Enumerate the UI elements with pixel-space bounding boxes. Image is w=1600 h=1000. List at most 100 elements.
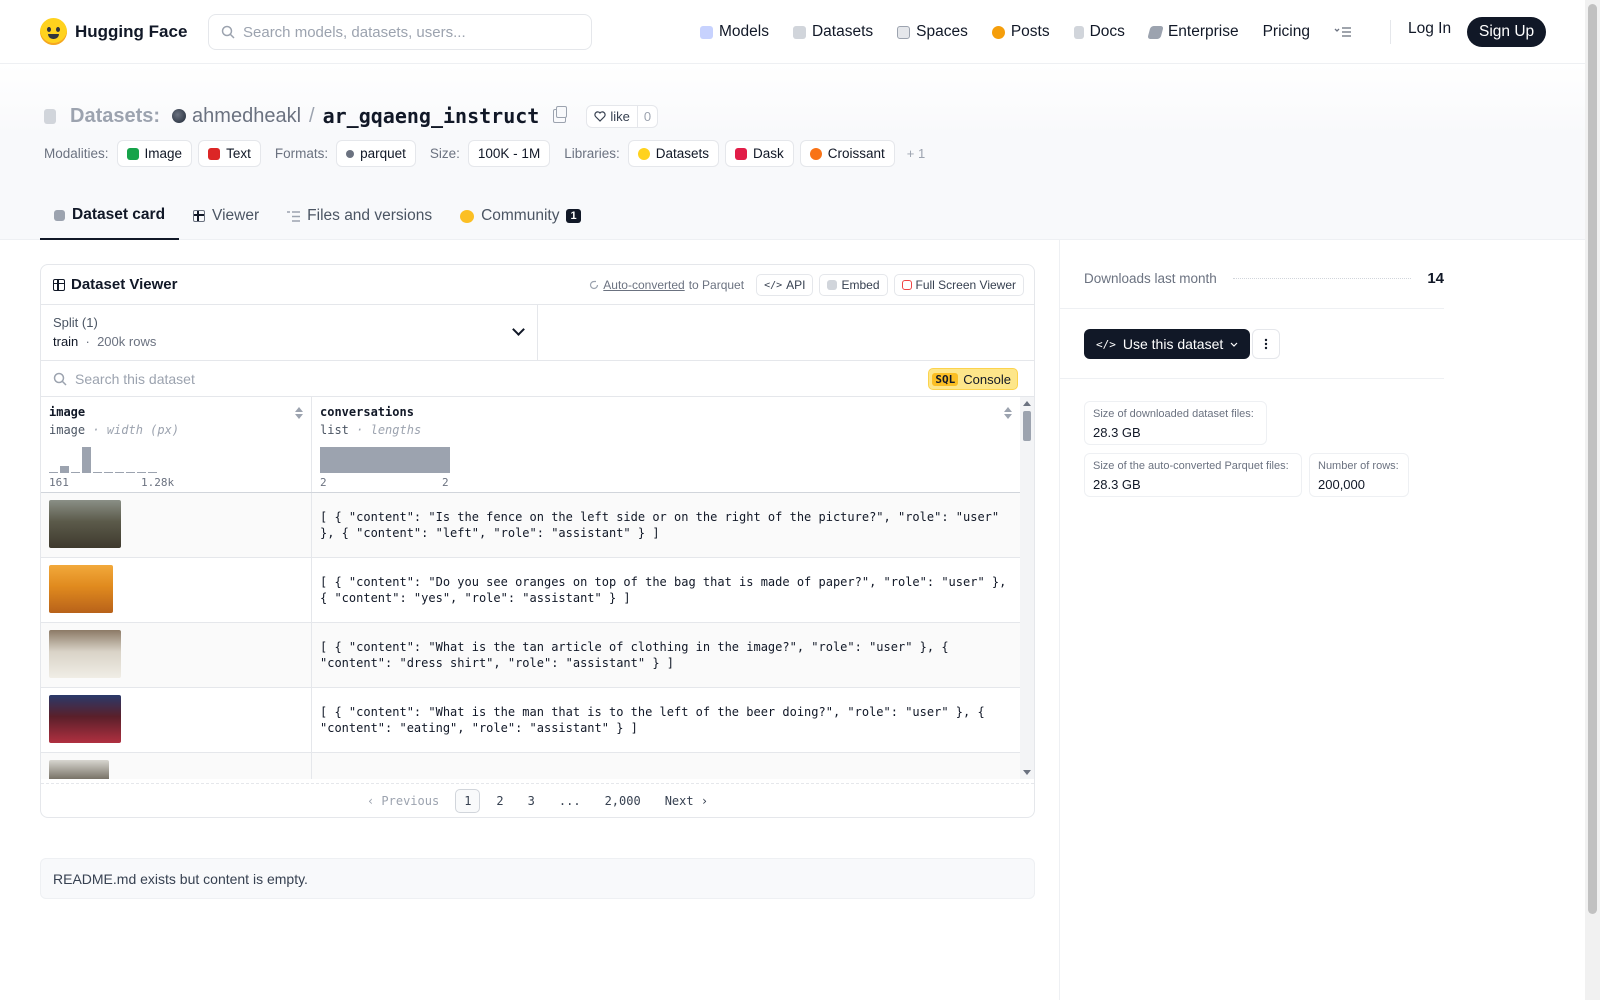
tag-text-label: Text [226,146,251,161]
tag-lib-croissant[interactable]: Croissant [799,140,895,167]
histogram-bar[interactable] [49,472,58,473]
lengths-max: 2 [442,476,449,489]
nav-datasets[interactable]: Datasets [792,23,873,41]
downloads-value: 14 [1427,270,1444,287]
like-count[interactable]: 0 [638,109,657,124]
tag-text[interactable]: Text [198,140,261,167]
brand-logo[interactable]: Hugging Face [40,18,187,45]
pagination: ‹ Previous 1 2 3 ... 2,000 Next › [41,783,1034,817]
code-icon: </> [764,279,783,291]
fullscreen-viewer-label: Full Screen Viewer [915,278,1017,292]
nav-pricing[interactable]: Pricing [1263,23,1310,41]
image-thumbnail[interactable] [49,500,121,548]
page-last[interactable]: 2,000 [597,790,649,812]
width-histogram [49,447,179,473]
page-1[interactable]: 1 [455,788,481,813]
title-separator: / [309,104,315,127]
histogram-bar[interactable] [71,472,80,473]
split-name: train [53,334,79,349]
nav-posts[interactable]: Posts [991,23,1050,41]
dataset-search-input[interactable] [75,370,675,387]
global-search-input[interactable] [243,23,563,41]
page-scrollbar[interactable] [1585,0,1600,1000]
column-conversations-stat: lengths [370,423,422,437]
previous-page-button[interactable]: ‹ Previous [359,790,447,812]
sort-icon[interactable] [295,407,303,419]
api-button[interactable]: </> API [756,274,814,296]
like-button[interactable]: like [587,105,638,127]
tab-dataset-card[interactable]: Dataset card [40,192,180,240]
histogram-bar[interactable] [82,447,91,473]
tag-parquet[interactable]: parquet [336,140,416,167]
image-thumbnail[interactable] [49,760,109,779]
next-page-button[interactable]: Next › [657,790,716,812]
tab-community[interactable]: Community 1 [446,192,595,240]
column-conversations-type: list · lengths [320,423,422,437]
tab-viewer[interactable]: Viewer [179,192,273,240]
table-row[interactable]: [ { "content": "What is the man that is … [41,688,1034,753]
page-scrollbar-thumb[interactable] [1588,4,1597,914]
hugging-face-icon [637,147,650,160]
sort-icon[interactable] [1004,407,1012,419]
community-icon [460,209,475,223]
nav-models[interactable]: Models [700,23,769,41]
image-thumbnail[interactable] [49,565,113,613]
column-image[interactable]: image image · width (px) 161 1.28k [41,397,312,492]
previous-label: Previous [381,793,440,808]
downloads-dots [1232,278,1412,279]
histogram-bar[interactable] [137,472,146,473]
tag-lib-dask[interactable]: Dask [725,140,794,167]
signup-button[interactable]: Sign Up [1467,17,1547,47]
nav-enterprise[interactable]: Enterprise [1147,23,1239,41]
tag-image[interactable]: Image [116,140,193,167]
histogram-bar[interactable] [126,472,135,473]
text-icon [208,147,221,160]
fullscreen-viewer-button[interactable]: Full Screen Viewer [893,274,1024,296]
nav-docs[interactable]: Docs [1073,23,1125,41]
embed-button-label: Embed [841,278,880,292]
embed-button[interactable]: Embed [819,274,888,296]
histogram-bar[interactable] [148,472,157,473]
tab-files[interactable]: Files and versions [273,192,446,240]
table-row[interactable]: [ { "content": "Do you see fruits in the… [41,753,1034,779]
to-parquet-text: to Parquet [688,278,745,292]
table-row[interactable]: [ { "content": "Do you see oranges on to… [41,558,1034,623]
histogram-bar[interactable] [115,472,124,473]
auto-converted-link[interactable]: Auto-converted [603,278,684,292]
column-conversations[interactable]: conversations list · lengths 2 2 [312,397,1020,492]
image-thumbnail[interactable] [49,695,121,743]
sql-console-button[interactable]: SQL Console [928,368,1018,390]
scrollbar-thumb[interactable] [1023,411,1031,441]
scroll-down-icon[interactable] [1023,770,1031,775]
copy-icon[interactable] [553,106,568,123]
refresh-icon [590,280,599,290]
nav-more-menu[interactable] [1334,26,1352,38]
dataset-name[interactable]: ar_gqaeng_instruct [323,104,540,128]
image-icon [126,147,139,160]
login-link[interactable]: Log In [1408,20,1451,38]
dataset-viewer: Dataset Viewer Auto-converted to Parquet… [40,264,1035,818]
global-search[interactable] [208,14,592,50]
more-libraries[interactable]: + 1 [907,146,925,161]
nav-spaces[interactable]: Spaces [897,23,968,41]
page-2[interactable]: 2 [488,790,511,812]
dataset-search[interactable]: SQL Console [41,361,1034,397]
tag-lib-datasets[interactable]: Datasets [627,140,719,167]
image-thumbnail[interactable] [49,630,121,678]
use-this-dataset-button[interactable]: </> Use this dataset [1084,329,1251,359]
table-row[interactable]: [ { "content": "Is the fence on the left… [41,493,1034,558]
kebab-menu-icon [1264,338,1268,350]
histogram-bar[interactable] [93,472,102,473]
scroll-up-icon[interactable] [1023,401,1031,406]
table-scrollbar[interactable] [1020,397,1034,779]
more-options-button[interactable] [1252,329,1280,359]
table-row[interactable]: [ { "content": "What is the tan article … [41,623,1034,688]
histogram-bar[interactable] [60,466,69,473]
page-3[interactable]: 3 [520,790,543,812]
split-row: Split (1) train · 200k rows [41,305,1034,361]
tag-size[interactable]: 100K - 1M [467,140,551,167]
histogram-bar[interactable] [104,472,113,473]
parquet-icon [346,149,355,158]
owner-link[interactable]: ahmedheakl [192,105,301,128]
split-selector[interactable]: Split (1) train · 200k rows [41,305,538,360]
